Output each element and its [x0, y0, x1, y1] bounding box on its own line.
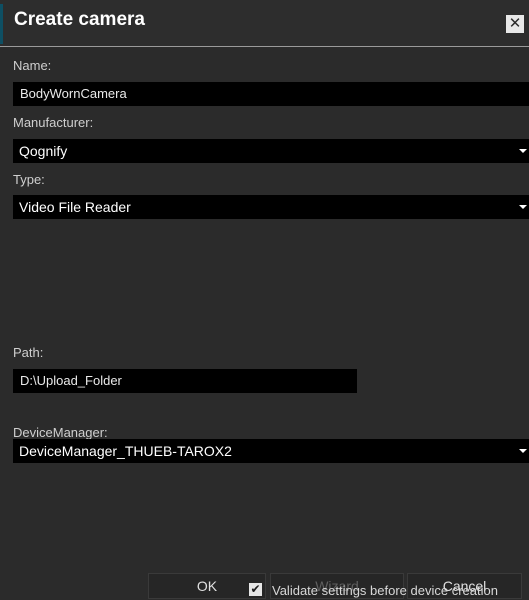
device-manager-dropdown[interactable]: DeviceManager_THUEB-TAROX2 [13, 439, 529, 463]
type-value: Video File Reader [19, 199, 131, 215]
chevron-down-icon [519, 449, 527, 453]
close-icon[interactable]: ✕ [506, 15, 524, 33]
path-label: Path: [13, 345, 44, 360]
manufacturer-label: Manufacturer: [13, 115, 94, 130]
manufacturer-value: Qognify [19, 143, 68, 159]
name-field[interactable]: BodyWornCamera [13, 82, 529, 106]
dialog-title-bar: Create camera ✕ [0, 0, 529, 46]
device-manager-value: DeviceManager_THUEB-TAROX2 [19, 443, 232, 459]
dialog-title: Create camera [14, 9, 145, 30]
chevron-down-icon [519, 149, 527, 153]
title-accent-bar [0, 4, 3, 44]
validate-checkbox[interactable]: ✔ [249, 583, 262, 596]
path-field[interactable]: D:\Upload_Folder [13, 369, 357, 393]
chevron-down-icon [519, 205, 527, 209]
type-label: Type: [13, 172, 45, 187]
name-label: Name: [13, 58, 52, 73]
type-dropdown[interactable]: Video File Reader [13, 195, 529, 219]
validate-label: Validate settings before device creation [272, 583, 498, 598]
manufacturer-dropdown[interactable]: Qognify [13, 139, 529, 163]
device-manager-label: DeviceManager: [13, 425, 108, 440]
title-divider [0, 46, 529, 47]
